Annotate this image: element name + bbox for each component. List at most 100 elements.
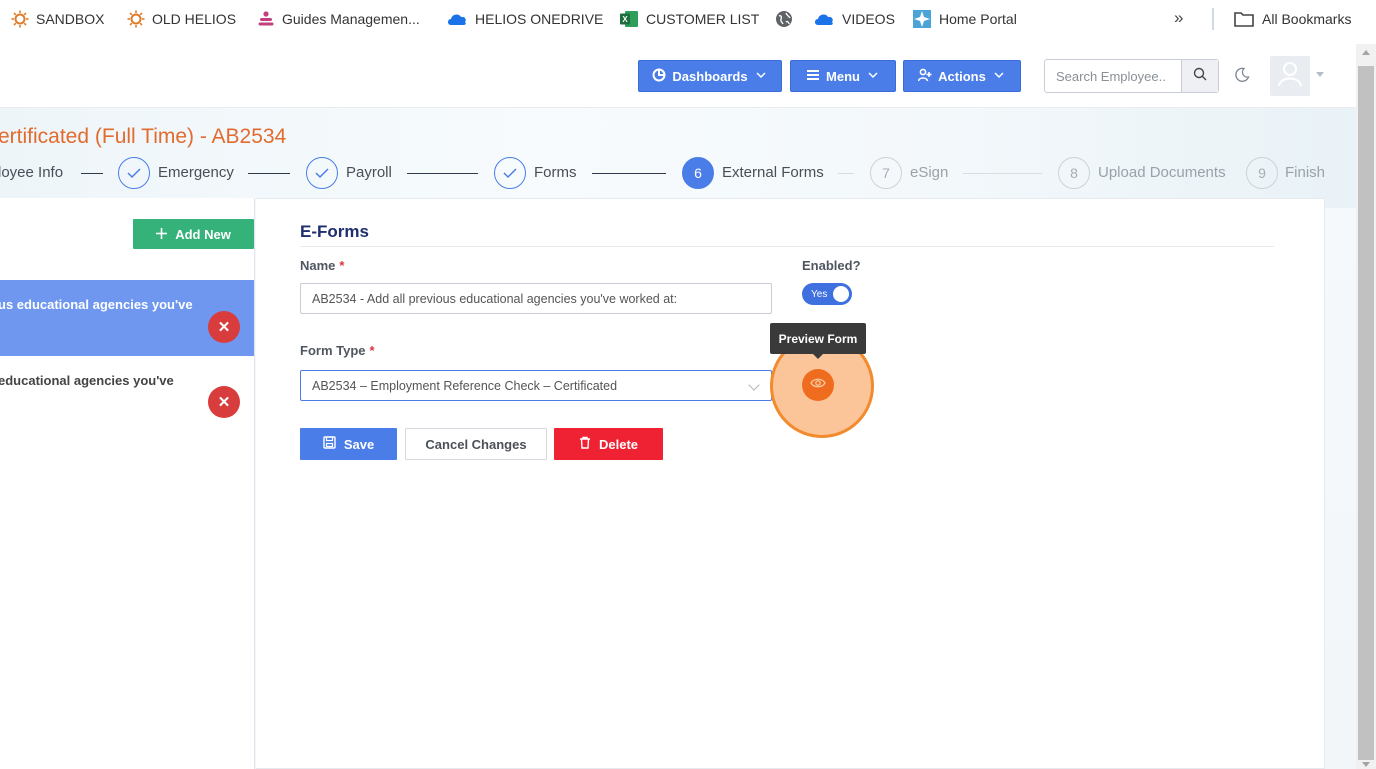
svg-text:X: X — [622, 15, 628, 24]
bookmark-helios-onedrive[interactable]: HELIOS ONEDRIVE — [446, 9, 603, 29]
enabled-toggle[interactable]: Yes — [802, 283, 852, 305]
remove-item-button[interactable]: ✕ — [208, 386, 240, 418]
step-emergency[interactable]: Emergency — [158, 164, 234, 181]
user-plus-icon — [917, 68, 932, 85]
bookmarks-bar: SANDBOX OLD HELIOS Guides Managemen... H… — [0, 0, 1376, 38]
people-icon — [257, 10, 275, 28]
scroll-up-icon[interactable] — [1362, 50, 1370, 55]
bookmark-label: CUSTOMER LIST — [646, 11, 760, 27]
delete-button[interactable]: Delete — [554, 428, 663, 460]
enabled-label: Enabled? — [802, 258, 861, 273]
add-new-button[interactable]: Add New — [133, 219, 254, 249]
menu-label: Menu — [826, 68, 860, 84]
step-payroll[interactable]: Payroll — [346, 164, 392, 181]
dashboard-icon — [652, 68, 666, 85]
toggle-label: Yes — [811, 288, 828, 300]
chevron-down-icon[interactable] — [1316, 72, 1324, 77]
all-bookmarks-label: All Bookmarks — [1262, 11, 1352, 27]
required-marker: * — [339, 258, 345, 273]
cloud-icon — [813, 10, 835, 28]
required-marker: * — [369, 343, 375, 358]
add-new-label: Add New — [175, 226, 231, 242]
search-input[interactable] — [1045, 60, 1181, 92]
preview-tooltip: Preview Form — [770, 323, 866, 354]
page-title: ertificated (Full Time) - AB2534 — [0, 125, 287, 148]
name-field[interactable]: AB2534 - Add all previous educational ag… — [300, 283, 772, 314]
save-label: Save — [343, 436, 375, 452]
menu-button[interactable]: Menu — [790, 60, 896, 92]
bookmark-old-helios[interactable]: OLD HELIOS — [127, 9, 236, 29]
step-number-7[interactable]: 7 — [870, 157, 902, 189]
bookmark-customer-list[interactable]: X CUSTOMER LIST — [619, 9, 759, 29]
delete-label: Delete — [598, 436, 639, 452]
bookmark-label: OLD HELIOS — [152, 11, 237, 27]
list-item[interactable]: educational agencies you've ✕ — [0, 356, 254, 432]
bookmark-label: HELIOS ONEDRIVE — [475, 11, 604, 27]
close-icon: ✕ — [217, 319, 231, 336]
bookmark-home-portal[interactable]: Home Portal — [912, 9, 1017, 29]
all-bookmarks-button[interactable]: All Bookmarks — [1233, 9, 1351, 29]
dashboards-button[interactable]: Dashboards — [638, 60, 782, 92]
more-bookmarks-button[interactable]: » — [1174, 8, 1183, 28]
bookmark-label: SANDBOX — [36, 11, 105, 27]
dashboards-label: Dashboards — [672, 68, 748, 84]
step-number-6[interactable]: 6 — [682, 157, 714, 189]
user-icon — [1278, 61, 1302, 92]
check-icon[interactable] — [494, 157, 526, 189]
search-button[interactable] — [1181, 60, 1218, 92]
sun-icon — [11, 10, 29, 28]
name-label: Name * — [300, 258, 345, 273]
dark-mode-toggle[interactable] — [1234, 67, 1250, 88]
eye-icon — [810, 376, 826, 394]
bookmark-videos[interactable]: VIDEOS — [813, 9, 895, 29]
sun-icon — [127, 10, 145, 28]
step-upload-documents[interactable]: Upload Documents — [1098, 164, 1226, 181]
moon-icon — [1234, 67, 1250, 87]
chevron-down-icon — [866, 68, 880, 85]
step-employee-info[interactable]: loyee Info — [0, 164, 63, 181]
search-icon — [1193, 67, 1207, 86]
scrollbar-thumb[interactable] — [1358, 66, 1374, 760]
bookmark-label: Guides Managemen... — [282, 11, 420, 27]
bookmarks-separator — [1212, 8, 1214, 30]
actions-button[interactable]: Actions — [903, 60, 1021, 92]
chevron-down-icon — [754, 68, 768, 85]
cancel-changes-button[interactable]: Cancel Changes — [405, 428, 547, 460]
bookmark-sandbox[interactable]: SANDBOX — [11, 9, 104, 29]
remove-item-button[interactable]: ✕ — [208, 311, 240, 343]
step-forms[interactable]: Forms — [534, 164, 577, 181]
check-icon[interactable] — [118, 157, 150, 189]
hamburger-icon — [806, 68, 820, 85]
step-number-9[interactable]: 9 — [1246, 157, 1278, 189]
save-button[interactable]: Save — [300, 428, 397, 460]
step-number-8[interactable]: 8 — [1058, 157, 1090, 189]
folder-icon — [1233, 10, 1255, 28]
bookmark-label: Home Portal — [939, 11, 1017, 27]
step-esign[interactable]: eSign — [910, 164, 948, 181]
step-finish[interactable]: Finish — [1285, 164, 1325, 181]
list-item-text: us educational agencies you've — [0, 297, 193, 312]
step-external-forms[interactable]: External Forms — [722, 164, 824, 181]
form-type-label: Form Type * — [300, 343, 375, 358]
trash-icon — [579, 436, 591, 452]
avatar[interactable] — [1270, 56, 1310, 96]
preview-form-button[interactable] — [802, 369, 834, 401]
form-type-select[interactable]: AB2534 – Employment Reference Check – Ce… — [300, 370, 772, 401]
bookmark-guides-management[interactable]: Guides Managemen... — [257, 9, 420, 29]
check-icon[interactable] — [306, 157, 338, 189]
actions-label: Actions — [938, 68, 986, 84]
scroll-down-icon[interactable] — [1362, 762, 1370, 767]
star-icon — [912, 10, 932, 28]
employee-search — [1044, 59, 1219, 93]
app-header: Dashboards Menu Actions — [0, 38, 1356, 108]
list-item[interactable]: us educational agencies you've ✕ — [0, 280, 254, 356]
header-banner — [0, 108, 1356, 208]
step-connector — [248, 173, 290, 174]
step-connector — [81, 173, 103, 174]
divider — [300, 246, 1274, 247]
list-item-text: educational agencies you've — [0, 373, 174, 388]
step-connector — [963, 173, 1042, 174]
chevron-down-icon — [992, 68, 1006, 85]
globe-icon — [775, 10, 793, 28]
bookmark-globe[interactable] — [775, 9, 800, 29]
